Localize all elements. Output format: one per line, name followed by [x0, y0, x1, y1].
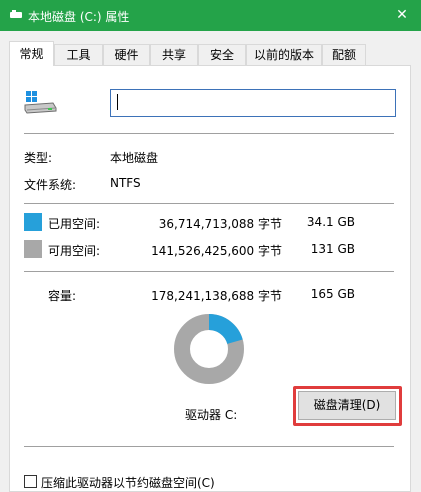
general-panel [9, 65, 411, 492]
donut-used-arc [208, 314, 243, 345]
filesystem-value: NTFS [110, 176, 141, 190]
used-space-swatch [24, 213, 42, 231]
usage-donut [174, 314, 244, 384]
tab-quota[interactable]: 配额 [322, 44, 366, 65]
capacity-bytes: 178,241,138,688 字节 [151, 289, 282, 303]
tab-strip: 常规 工具 硬件 共享 安全 以前的版本 配额 [0, 41, 421, 66]
window-title: 本地磁盘 (C:) 属性 [28, 10, 130, 24]
capacity-size: 165 GB [310, 287, 355, 301]
free-space-bytes: 141,526,425,600 字节 [151, 244, 282, 258]
tab-sharing[interactable]: 共享 [150, 44, 198, 65]
separator-bottom [24, 446, 394, 447]
drive-name-input[interactable] [110, 89, 396, 117]
used-space-label: 已用空间: [48, 217, 101, 231]
type-value: 本地磁盘 [110, 151, 159, 165]
drive-label: 驱动器 C: [185, 408, 238, 422]
used-space-bytes: 36,714,713,088 字节 [158, 217, 282, 231]
compress-label[interactable]: 压缩此驱动器以节约磁盘空间(C) [41, 474, 215, 491]
compress-checkbox[interactable] [24, 475, 37, 488]
tab-tools[interactable]: 工具 [54, 44, 103, 65]
disk-cleanup-button[interactable]: 磁盘清理(D) [298, 391, 396, 420]
tab-general[interactable]: 常规 [9, 41, 54, 66]
filesystem-label: 文件系统: [24, 178, 77, 192]
text-caret [117, 94, 118, 110]
separator-capacity [24, 271, 394, 272]
free-space-swatch [24, 240, 42, 258]
title-bar[interactable]: 本地磁盘 (C:) 属性 ✕ [0, 0, 421, 31]
tab-previous-versions[interactable]: 以前的版本 [246, 44, 322, 65]
drive-title-icon [10, 10, 22, 18]
capacity-label: 容量: [48, 289, 77, 303]
drive-icon [24, 91, 57, 114]
close-button[interactable]: ✕ [383, 0, 421, 31]
free-space-size: 131 GB [310, 242, 355, 256]
tab-hardware[interactable]: 硬件 [103, 44, 150, 65]
tab-security[interactable]: 安全 [198, 44, 246, 65]
free-space-label: 可用空间: [48, 244, 101, 258]
used-space-size: 34.1 GB [306, 215, 355, 229]
separator-top [24, 133, 394, 134]
type-label: 类型: [24, 151, 53, 165]
separator-middle [24, 203, 394, 204]
